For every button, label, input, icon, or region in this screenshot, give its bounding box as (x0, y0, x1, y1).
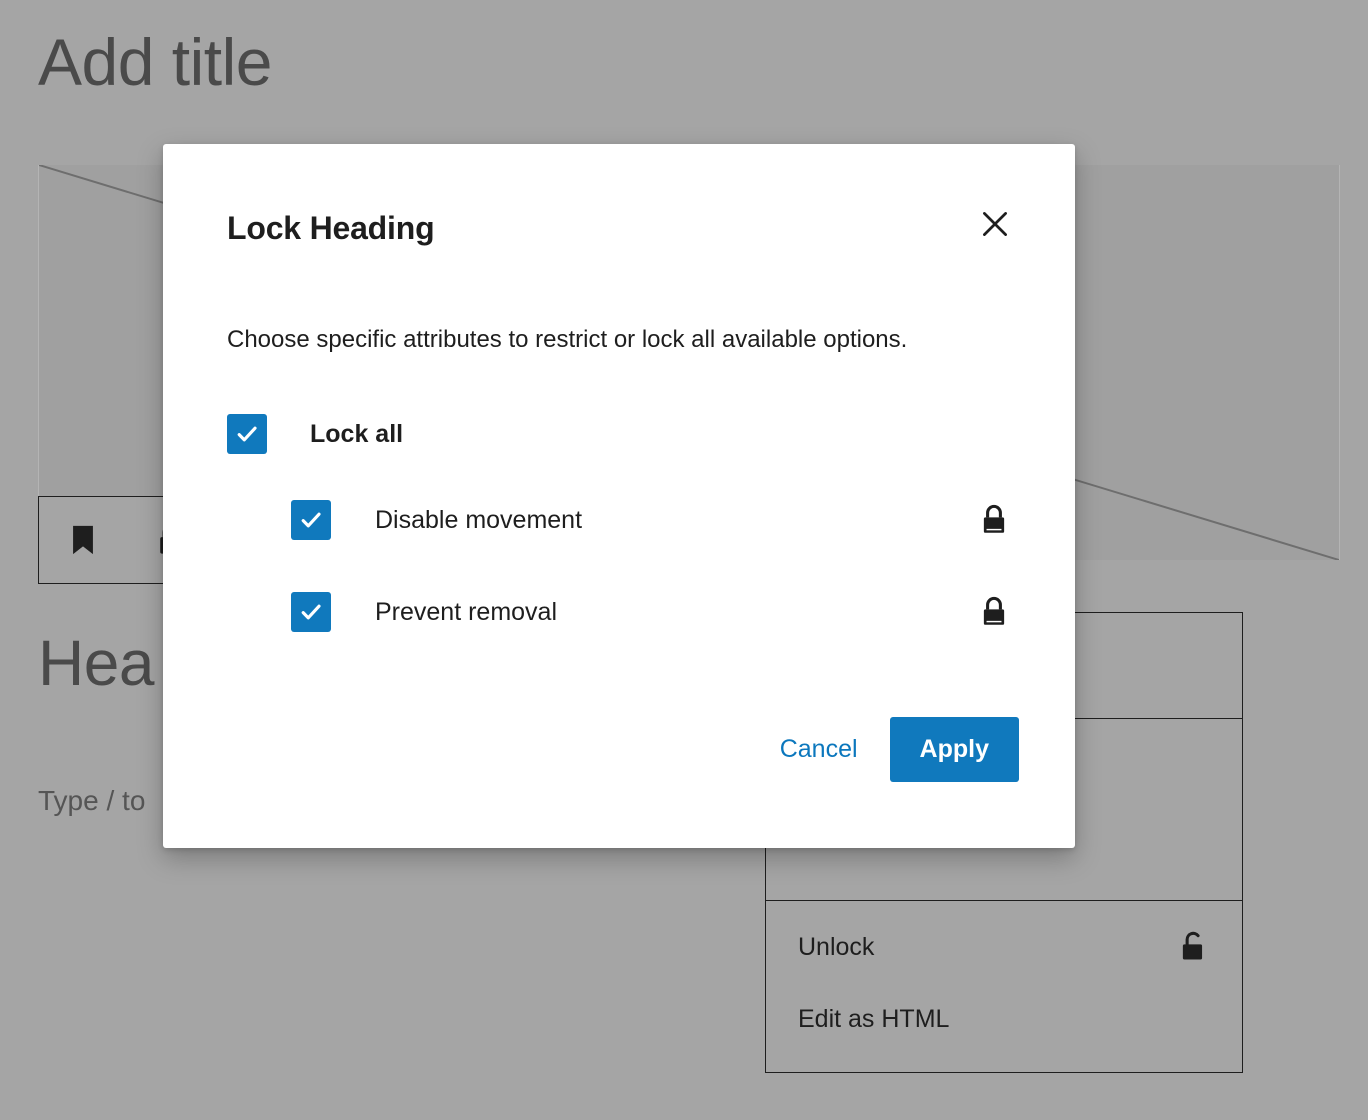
check-icon (301, 512, 321, 528)
modal-actions: Cancel Apply (756, 717, 1019, 782)
checkbox-row-lock-all[interactable]: Lock all (227, 414, 1011, 455)
checkbox-row-prevent-removal[interactable]: Prevent removal (291, 592, 1011, 633)
checkbox-disable-movement[interactable] (291, 500, 331, 541)
checkbox-row-disable-movement[interactable]: Disable movement (291, 500, 1011, 541)
lock-options-list: Lock all Disable movement Prevent remova… (163, 414, 1075, 633)
modal-overlay: Lock Heading Choose specific attributes … (0, 0, 1368, 1120)
cancel-button[interactable]: Cancel (756, 719, 882, 780)
checkbox-prevent-removal[interactable] (291, 592, 331, 633)
lock-heading-modal: Lock Heading Choose specific attributes … (163, 144, 1075, 848)
check-icon (301, 604, 321, 620)
checkbox-label-prevent-removal: Prevent removal (375, 597, 558, 626)
close-button[interactable] (971, 200, 1019, 248)
modal-title: Lock Heading (227, 210, 435, 246)
lock-closed-icon (977, 594, 1011, 630)
checkbox-lock-all[interactable] (227, 414, 267, 455)
modal-description: Choose specific attributes to restrict o… (227, 326, 908, 353)
checkbox-label-disable-movement: Disable movement (375, 505, 583, 534)
check-icon (237, 426, 257, 442)
close-icon (983, 212, 1007, 236)
modal-header: Lock Heading (163, 144, 1075, 248)
lock-closed-icon (977, 502, 1011, 538)
checkbox-label-lock-all: Lock all (310, 419, 404, 448)
apply-button[interactable]: Apply (889, 717, 1019, 782)
